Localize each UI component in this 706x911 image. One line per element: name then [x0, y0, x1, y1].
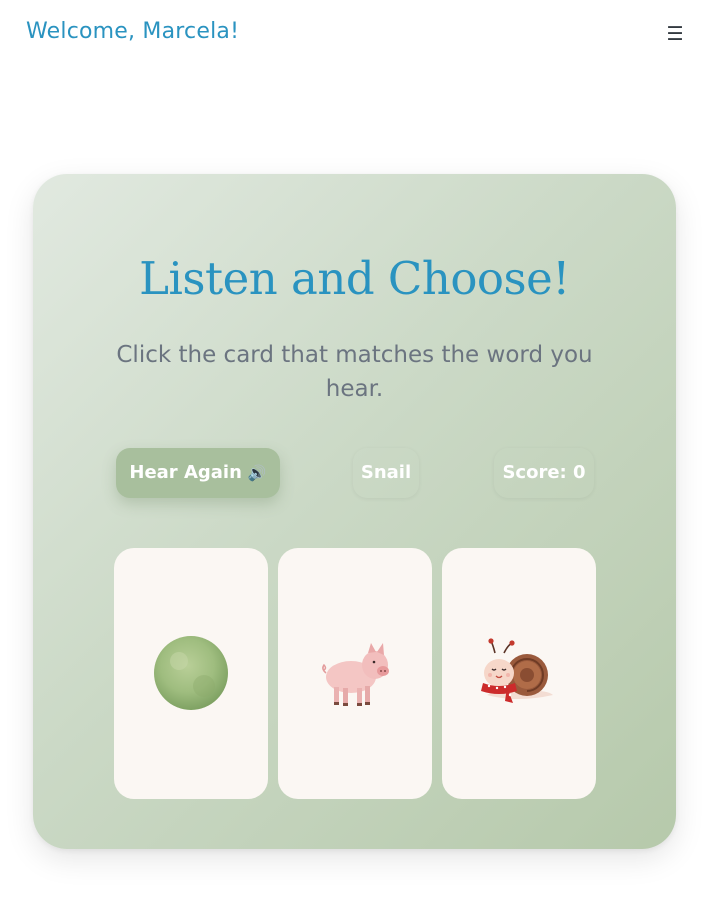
snail-icon — [481, 638, 553, 703]
choice-card-circle[interactable] — [114, 548, 268, 799]
page-title: Listen and Choose! — [139, 252, 570, 305]
game-controls: Hear Again 🔊 Snail Score: 0 — [33, 448, 676, 498]
menu-icon[interactable]: ☰ — [664, 22, 686, 46]
green-circle-icon — [154, 636, 228, 710]
game-panel: Listen and Choose! Click the card that m… — [33, 174, 676, 849]
current-word: Snail — [353, 448, 419, 498]
pig-icon — [322, 643, 389, 706]
choice-card-snail[interactable] — [442, 548, 596, 799]
instructions-text: Click the card that matches the word you… — [116, 342, 593, 402]
speaker-icon: 🔊 — [247, 464, 267, 482]
choice-card-pig[interactable] — [278, 548, 432, 799]
hear-again-button[interactable]: Hear Again 🔊 — [116, 448, 280, 498]
top-bar: Welcome, Marcela! ☰ — [0, 0, 706, 70]
score-display: Score: 0 — [494, 448, 594, 498]
hear-again-label: Hear Again — [129, 462, 242, 483]
welcome-message: Welcome, Marcela! — [26, 19, 240, 44]
